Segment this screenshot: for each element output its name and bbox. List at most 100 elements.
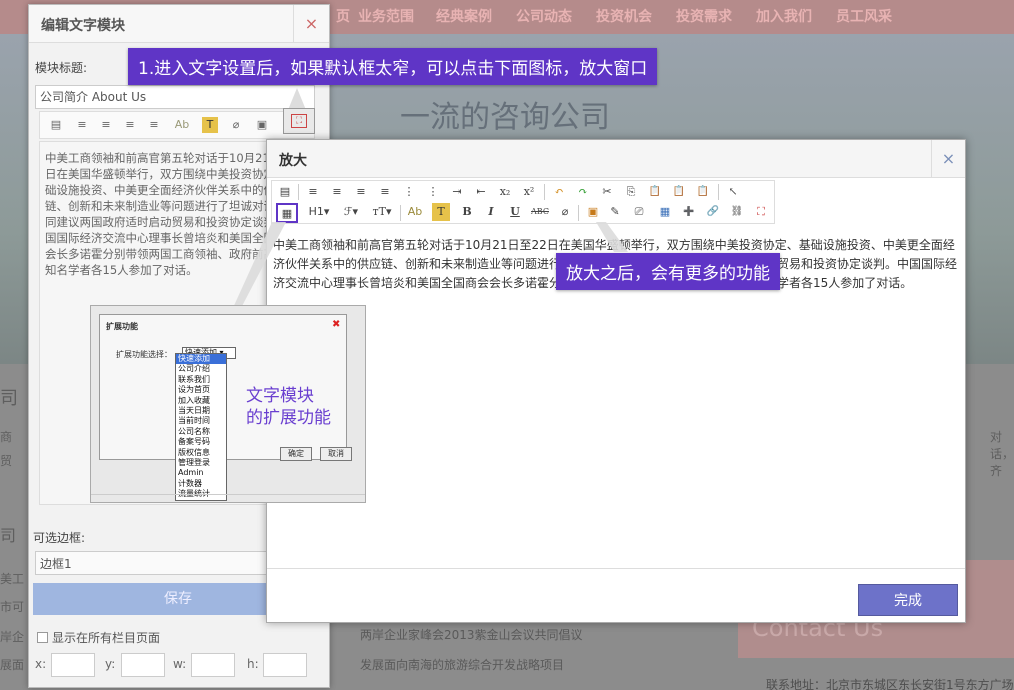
justify-icon[interactable]: ≡: [146, 117, 162, 133]
checkbox-icon[interactable]: [37, 632, 48, 643]
redo-icon[interactable]: ↷: [574, 183, 592, 201]
source-icon[interactable]: ▤: [48, 117, 64, 133]
enlarge-dialog: 放大 × ▤ ≡ ≡ ≡ ≡ ⋮ ⋮ ⇥ ⇤ x₂ x² ↶ ↷ ✂ ⎘ 📋 📋…: [266, 139, 966, 623]
maximize-button[interactable]: ⛶: [283, 108, 315, 134]
paste-word-icon[interactable]: 📋: [694, 183, 712, 201]
extension-option[interactable]: 当前时间: [176, 416, 226, 426]
y-input[interactable]: [121, 653, 165, 677]
image-icon[interactable]: ▣: [584, 203, 602, 221]
extension-option[interactable]: 设为首页: [176, 385, 226, 395]
align-left-icon[interactable]: ≡: [304, 183, 322, 201]
h-input[interactable]: [263, 653, 307, 677]
contact-address: 联系地址：北京市东城区东长安街1号东方广场东三: [766, 678, 1014, 690]
background-fragment: 展面: [0, 658, 25, 672]
y-label: y:: [105, 657, 116, 671]
align-center-icon[interactable]: ≡: [98, 117, 114, 133]
nav-item: 加入我们: [756, 9, 812, 25]
superscript-icon[interactable]: x²: [520, 183, 538, 201]
w-input[interactable]: [191, 653, 235, 677]
extension-option[interactable]: 备案号码: [176, 437, 226, 447]
h-label: h:: [247, 657, 259, 671]
eraser-icon[interactable]: ⌀: [228, 117, 244, 133]
done-button[interactable]: 完成: [858, 584, 958, 616]
extension-option[interactable]: 管理登录: [176, 458, 226, 468]
extension-option[interactable]: 联系我们: [176, 375, 226, 385]
extension-option[interactable]: 版权信息: [176, 448, 226, 458]
italic-icon[interactable]: I: [482, 203, 500, 221]
unlink-icon[interactable]: ⛓: [728, 203, 746, 221]
font-family-dropdown[interactable]: ℱ▾: [338, 203, 364, 221]
extension-function-icon[interactable]: ▦: [276, 203, 298, 223]
ordered-list-icon[interactable]: ⋮: [400, 183, 418, 201]
confirm-button[interactable]: 确定: [280, 447, 312, 461]
feature-callout: 放大之后，会有更多的功能: [556, 253, 780, 290]
highlight-icon[interactable]: T: [202, 117, 218, 133]
media-icon[interactable]: ⎚: [630, 203, 648, 221]
extension-option[interactable]: 加入收藏: [176, 396, 226, 406]
module-title-input[interactable]: 公司简介 About Us: [35, 85, 315, 109]
font-size-dropdown[interactable]: тT▾: [368, 203, 396, 221]
callout-pointer: [288, 88, 306, 110]
eraser-icon[interactable]: ⌀: [556, 203, 574, 221]
nav-item: 投资机会: [596, 9, 652, 25]
align-right-icon[interactable]: ≡: [352, 183, 370, 201]
unordered-list-icon[interactable]: ⋮: [424, 183, 442, 201]
link-icon[interactable]: 🔗: [704, 203, 722, 221]
font-color-icon[interactable]: Ab: [174, 117, 190, 133]
copy-icon[interactable]: ⎘: [622, 183, 640, 201]
insert-row-icon[interactable]: ➕: [680, 203, 698, 221]
x-input[interactable]: [51, 653, 95, 677]
close-icon[interactable]: ×: [931, 140, 965, 178]
dialog-header: 放大 ×: [267, 140, 965, 178]
extension-option[interactable]: Admin: [176, 468, 226, 478]
checkbox-label: 显示在所有栏目页面: [52, 631, 161, 645]
close-icon[interactable]: ×: [293, 5, 329, 43]
select-pointer-icon[interactable]: ↖: [724, 183, 742, 201]
toolbar-separator: [400, 205, 401, 221]
extension-options-list[interactable]: 快速添加 公司介绍 联系我们 设为首页 加入收藏 当天日期 当前时间 公司名称 …: [175, 353, 227, 501]
extension-option[interactable]: 公司介绍: [176, 364, 226, 374]
align-left-icon[interactable]: ≡: [74, 117, 90, 133]
extension-option[interactable]: 快速添加: [176, 354, 226, 365]
background-fragment: 司: [0, 526, 17, 545]
nav-item: 页: [336, 9, 350, 25]
justify-icon[interactable]: ≡: [376, 183, 394, 201]
source-icon[interactable]: ▤: [276, 183, 294, 201]
indent-icon[interactable]: ⇥: [448, 183, 466, 201]
close-icon[interactable]: ✖: [332, 319, 340, 330]
highlight-icon[interactable]: T: [432, 203, 450, 221]
cut-icon[interactable]: ✂: [598, 183, 616, 201]
background-fragment: 司: [0, 388, 18, 409]
outdent-icon[interactable]: ⇤: [472, 183, 490, 201]
maximize-icon[interactable]: ⛶: [752, 203, 770, 221]
extension-option[interactable]: 计数器: [176, 479, 226, 489]
news-item: 发展面向南海的旅游综合开发战略项目: [360, 658, 565, 672]
show-all-pages-checkbox[interactable]: 显示在所有栏目页面: [37, 629, 160, 646]
cancel-button[interactable]: 取消: [320, 447, 352, 461]
extension-option[interactable]: 当天日期: [176, 406, 226, 416]
strikethrough-icon[interactable]: ABC: [528, 203, 552, 221]
bold-icon[interactable]: B: [458, 203, 476, 221]
underline-icon[interactable]: U: [506, 203, 524, 221]
extension-select-label: 扩展功能选择：: [116, 350, 172, 359]
extension-option[interactable]: 公司名称: [176, 427, 226, 437]
news-item: 两岸企业家峰会2013紫金山会议共同倡议: [360, 628, 583, 642]
subscript-icon[interactable]: x₂: [496, 183, 514, 201]
extension-dialog-title: 扩展功能: [106, 322, 138, 331]
align-center-icon[interactable]: ≡: [328, 183, 346, 201]
font-color-icon[interactable]: Ab: [406, 203, 424, 221]
nav-item: 业务范围: [358, 9, 414, 25]
dialog-title: 编辑文字模块: [41, 18, 125, 34]
undo-icon[interactable]: ↶: [550, 183, 568, 201]
table-icon[interactable]: ▦: [656, 203, 674, 221]
editor-toolbar: ▤ ≡ ≡ ≡ ≡ Ab T ⌀ ▣: [39, 111, 315, 139]
image-icon[interactable]: ▣: [254, 117, 270, 133]
background-fragment: 对话，齐: [990, 430, 1014, 478]
heading-dropdown[interactable]: H1▾: [306, 203, 332, 221]
paste-text-icon[interactable]: 📋: [670, 183, 688, 201]
popup-divider: [91, 494, 365, 495]
edit-image-icon[interactable]: ✎: [606, 203, 624, 221]
paste-icon[interactable]: 📋: [646, 183, 664, 201]
align-right-icon[interactable]: ≡: [122, 117, 138, 133]
toolbar-separator: [298, 184, 299, 200]
